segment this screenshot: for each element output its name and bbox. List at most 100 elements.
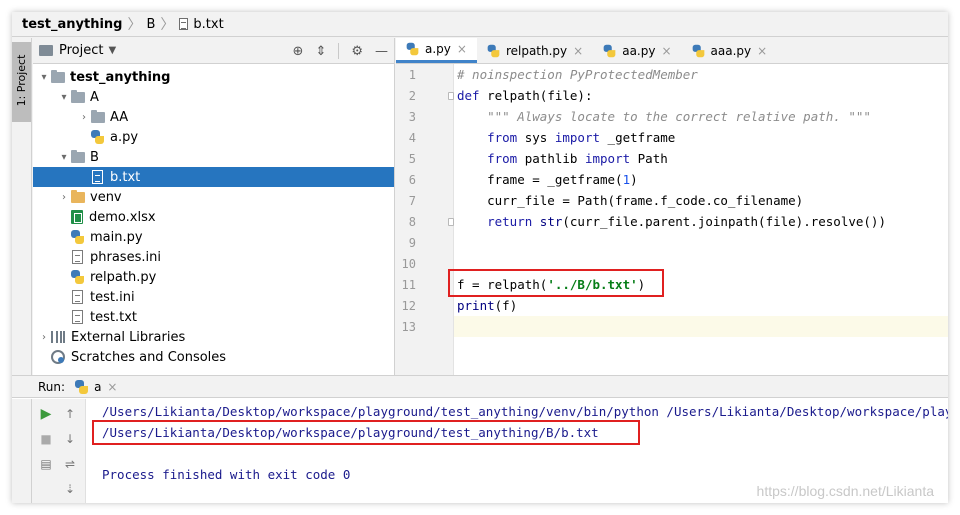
tree-item-label: main.py [90,229,143,245]
project-tree: ▾ test_anything ▾ A › AA a.py ▾ Bb.txt › venv demo.… [33,64,394,367]
code-line: """ Always locate to the correct relativ… [457,106,871,127]
tree-item[interactable]: test.ini [33,287,394,307]
line-number: 7 [408,194,416,208]
tree-item[interactable]: Scratches and Consoles [33,347,394,367]
code-view[interactable]: 1 2 3 4 5 6 7 8 9 10 11 12 13 # noinspection PyProte… [396,64,948,390]
editor-tab[interactable]: aaa.py × [682,38,778,63]
tree-item-label: demo.xlsx [89,209,156,225]
watermark: https://blog.csdn.net/Likianta [756,483,934,499]
stop-icon[interactable]: ■ [37,430,55,448]
line-number: 4 [408,131,416,145]
chevron-down-icon[interactable]: ▾ [57,92,71,103]
chevron-right-icon[interactable]: › [37,332,51,343]
code-token: from [487,130,525,145]
tree-item[interactable]: ▾ test_anything [33,67,394,87]
tree-item-label: b.txt [110,169,141,185]
tree-item[interactable]: › AA [33,107,394,127]
collapse-all-icon[interactable]: ⇕ [315,44,326,59]
close-icon[interactable]: × [573,44,583,58]
code-token: '../B/b.txt' [547,277,638,292]
folder-icon [51,70,65,83]
breadcrumb-separator-icon: 〉 [160,17,175,33]
code-token: f = relpath( [457,277,548,292]
breadcrumb-file[interactable]: b.txt [179,17,224,32]
tree-item[interactable]: main.py [33,227,394,247]
spreadsheet-file-icon [71,210,83,224]
project-panel: Project ▼ ⊕ ⇕ ⚙ — ▾ test_anything ▾ A › AA a.p… [33,38,395,391]
scroll-to-end-icon[interactable]: ⇣ [61,480,79,498]
tree-item[interactable]: b.txt [33,167,394,187]
code-token: _getframe [607,130,676,145]
line-number: 6 [408,173,416,187]
tree-item[interactable]: › External Libraries [33,327,394,347]
chevron-down-icon[interactable]: ▾ [57,152,71,163]
editor-tab-label: a.py [425,42,451,56]
close-icon[interactable]: × [757,44,767,58]
layout-icon[interactable]: ▤ [37,455,55,473]
chevron-down-icon[interactable]: ▾ [37,72,51,83]
tree-item[interactable]: relpath.py [33,267,394,287]
text-file-icon [72,250,83,264]
rerun-icon[interactable]: ▶ [37,405,55,423]
tree-item-label: a.py [110,129,139,145]
excluded-folder-icon [71,190,85,203]
arrow-down-icon[interactable]: ↓ [61,430,79,448]
editor-tab[interactable]: a.py × [396,38,477,63]
folder-icon [91,110,105,123]
python-file-icon [71,270,84,284]
line-number: 8 [408,215,416,229]
tree-item[interactable]: demo.xlsx [33,207,394,227]
text-file-icon [179,18,189,30]
arrow-up-icon[interactable]: ↑ [61,405,79,423]
python-icon [75,379,89,394]
soft-wrap-icon[interactable]: ⇌ [61,455,79,473]
ide-window: test_anything 〉 B 〉 b.txt 1: Project Pro… [12,12,948,503]
breadcrumb-folder[interactable]: B [146,17,155,32]
code-token: import [554,130,608,145]
chevron-right-icon[interactable]: › [77,112,91,123]
tree-item[interactable]: phrases.ini [33,247,394,267]
tree-item-label: test_anything [70,69,171,85]
tree-item[interactable]: ▾ A [33,87,394,107]
hide-panel-icon[interactable]: — [375,44,388,59]
gear-icon[interactable]: ⚙ [351,44,363,59]
locate-target-icon[interactable]: ⊕ [293,44,304,59]
code-token: from [487,151,525,166]
tree-item-label: test.txt [90,309,137,325]
project-tool-tab[interactable]: 1: Project [12,42,31,122]
code-line: curr_file = Path(frame.f_code.co_filenam… [457,190,803,211]
python-file-icon [71,230,84,244]
fold-marker-icon[interactable] [448,218,454,226]
close-icon[interactable]: × [661,44,671,58]
breadcrumb-project[interactable]: test_anything [22,17,122,32]
editor-tab-label: aa.py [622,43,656,58]
code-line: print(f) [457,295,517,316]
project-tool-tab-label: 1: Project [15,54,28,107]
close-icon[interactable]: × [107,380,117,394]
tree-item-label: B [90,149,99,165]
code-token: relpath(file): [487,88,593,103]
line-number: 5 [408,152,416,166]
project-panel-header: Project ▼ ⊕ ⇕ ⚙ — [33,38,394,64]
tree-item[interactable]: a.py [33,127,394,147]
fold-marker-icon[interactable] [448,92,454,100]
toolbar-divider [338,43,340,59]
chevron-down-icon[interactable]: ▼ [108,45,116,56]
code-token: return [487,214,540,229]
run-toolbar: ▶ ↑ ■ ↓ ▤ ⇌ ⇣ [32,399,86,503]
code-token: # noinspection PyProtectedMember [457,67,698,82]
text-file-icon [72,310,83,324]
tree-item[interactable]: test.txt [33,307,394,327]
tree-item[interactable]: › venv [33,187,394,207]
editor-area: a.py × relpath.py × aa.py × aaa.py × 1234567891… [396,38,948,391]
close-icon[interactable]: × [457,42,467,56]
project-view-selector[interactable]: Project [59,43,103,58]
code-token: (f) [494,298,518,313]
run-config-tab[interactable]: a [94,380,101,394]
editor-tab[interactable]: aa.py × [593,38,681,63]
chevron-right-icon[interactable]: › [57,192,71,203]
editor-tab[interactable]: relpath.py × [477,38,593,63]
tree-item[interactable]: ▾ B [33,147,394,167]
